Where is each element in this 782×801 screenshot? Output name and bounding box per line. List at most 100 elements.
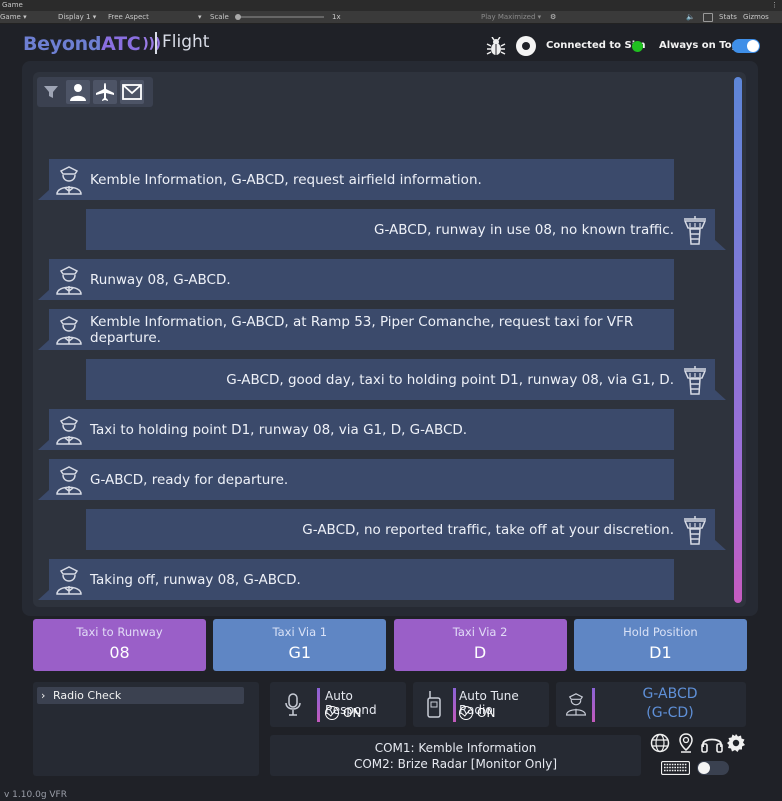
connection-indicator xyxy=(632,41,643,52)
quick-action-value: D1 xyxy=(649,643,672,662)
com1-label: COM1: Kemble Information xyxy=(374,741,537,755)
globe-icon[interactable] xyxy=(650,733,670,753)
logo-atc: ATC xyxy=(101,33,141,55)
chevron-right-icon: › xyxy=(41,689,46,702)
scale-slider-handle[interactable] xyxy=(235,14,241,20)
display-dropdown[interactable]: Display 1 ▾ xyxy=(58,11,96,24)
auto-tune-value: ON xyxy=(459,706,495,720)
com-frequencies: COM1: Kemble Information COM2: Brize Rad… xyxy=(270,735,641,776)
conversation-scrollbar[interactable] xyxy=(734,77,742,603)
atc-message: G-ABCD, good day, taxi to holding point … xyxy=(86,359,726,400)
app-header: Beyond ATC))) Flight Connected to Sim Alw… xyxy=(0,25,782,61)
message-text: G-ABCD, runway in use 08, no known traff… xyxy=(373,221,674,238)
quick-action-button[interactable]: Taxi to Runway 08 xyxy=(33,619,206,671)
pilot-filter-icon[interactable] xyxy=(66,80,90,104)
callsign-primary: G-ABCD xyxy=(642,686,698,702)
keyboard-icon[interactable] xyxy=(661,761,690,775)
mute-audio-icon[interactable]: 🔈 xyxy=(686,11,695,24)
quick-action-title: Taxi Via 2 xyxy=(452,625,508,639)
quick-action-button[interactable]: Taxi Via 2 D xyxy=(393,619,567,671)
atc-message: G-ABCD, runway in use 08, no known traff… xyxy=(86,209,726,250)
stats-toggle-icon[interactable] xyxy=(703,13,713,22)
location-pin-icon[interactable] xyxy=(679,733,693,753)
message-filter-bar xyxy=(37,77,153,107)
message-text: G-ABCD, ready for departure. xyxy=(90,471,289,488)
pilot-icon xyxy=(55,415,83,445)
scale-value: 1x xyxy=(332,13,341,21)
unity-title-bar: Game ⋮ xyxy=(0,0,782,11)
auto-respond-value: ON xyxy=(325,706,361,720)
play-maximized-dropdown[interactable]: Play Maximized ▾ xyxy=(481,11,541,24)
com2-label: COM2: Brize Radar [Monitor Only] xyxy=(353,757,558,771)
stats-button[interactable]: Stats xyxy=(719,11,737,24)
check-icon xyxy=(459,706,473,720)
accent-bar xyxy=(453,688,456,722)
quick-action-value: 08 xyxy=(109,643,130,662)
headphones-icon[interactable] xyxy=(701,733,723,753)
pilot-message: Runway 08, G-ABCD. xyxy=(38,259,674,300)
debug-settings-icon[interactable]: ⚙ xyxy=(550,11,556,24)
disc-icon[interactable] xyxy=(516,36,536,56)
microphone-icon xyxy=(285,693,301,716)
atc-message: G-ABCD, no reported traffic, take off at… xyxy=(86,509,726,550)
keyboard-toggle[interactable] xyxy=(697,761,729,775)
game-dropdown-label: Game xyxy=(0,13,21,21)
accent-bar xyxy=(592,688,595,722)
scale-label: Scale xyxy=(210,13,229,21)
pilot-icon xyxy=(55,265,83,295)
play-maximized-label: Play Maximized xyxy=(481,13,536,21)
version-label: v 1.10.0g VFR xyxy=(4,790,67,800)
pilot-message: Taxi to holding point D1, runway 08, via… xyxy=(38,409,674,450)
quick-action-value: D xyxy=(473,643,487,662)
filter-icon[interactable] xyxy=(39,80,63,104)
always-on-top-toggle[interactable] xyxy=(732,39,760,53)
connection-status: Connected to Sim xyxy=(546,40,646,51)
message-text: Kemble Information, G-ABCD, request airf… xyxy=(90,171,482,188)
settings-gear-icon[interactable] xyxy=(726,733,746,753)
message-text: Runway 08, G-ABCD. xyxy=(90,271,231,288)
auto-tune-toggle[interactable]: Auto Tune Radio ON xyxy=(413,682,549,727)
quick-action-value: G1 xyxy=(288,643,312,662)
message-text: G-ABCD, no reported traffic, take off at… xyxy=(302,521,674,538)
pilot-message: Kemble Information, G-ABCD, request airf… xyxy=(38,159,674,200)
aspect-dropdown[interactable]: Free Aspect xyxy=(108,11,149,24)
auto-respond-toggle[interactable]: Auto Respond ON xyxy=(270,682,406,727)
window-menu-icon[interactable]: ⋮ xyxy=(771,0,778,11)
scale-slider[interactable] xyxy=(235,14,324,20)
accent-bar xyxy=(317,688,320,722)
mail-filter-icon[interactable] xyxy=(120,80,144,104)
aspect-chevron-icon[interactable]: ▾ xyxy=(198,11,202,24)
pilot-icon xyxy=(55,465,83,495)
pilot-icon xyxy=(565,693,587,716)
radio-handset-icon xyxy=(427,691,441,718)
header-divider xyxy=(155,32,157,54)
pilot-message: Kemble Information, G-ABCD, at Ramp 53, … xyxy=(38,309,674,350)
callsign-tile[interactable]: G-ABCD (G-CD) xyxy=(556,682,746,727)
pilot-icon xyxy=(55,315,83,345)
game-dropdown[interactable]: Game ▾ xyxy=(0,11,27,24)
bug-report-icon[interactable] xyxy=(486,37,506,57)
message-text: Taking off, runway 08, G-ABCD. xyxy=(90,571,301,588)
message-text: Taxi to holding point D1, runway 08, via… xyxy=(90,421,468,438)
quick-action-button[interactable]: Taxi Via 1 G1 xyxy=(213,619,387,671)
pilot-icon xyxy=(55,565,83,595)
control-tower-icon xyxy=(681,515,709,545)
display-dropdown-label: Display 1 xyxy=(58,13,91,21)
auto-respond-state: ON xyxy=(343,706,362,720)
pilot-message: Taking off, runway 08, G-ABCD. xyxy=(38,559,674,600)
unity-toolbar: Game ▾ Display 1 ▾ Free Aspect ▾ Scale 1… xyxy=(0,11,782,24)
aspect-dropdown-label: Free Aspect xyxy=(108,13,149,21)
logo-waves-icon: ))) xyxy=(142,36,161,52)
gizmos-button[interactable]: Gizmos xyxy=(743,11,769,24)
quick-action-title: Taxi to Runway xyxy=(76,625,163,639)
quick-action-title: Taxi Via 1 xyxy=(272,625,328,639)
radio-check-label: Radio Check xyxy=(53,689,122,702)
page-title: Flight xyxy=(162,32,210,52)
aircraft-filter-icon[interactable] xyxy=(93,80,117,104)
pilot-icon xyxy=(55,165,83,195)
control-tower-icon xyxy=(681,215,709,245)
auto-tune-state: ON xyxy=(477,706,496,720)
radio-check-button[interactable]: › Radio Check xyxy=(37,687,244,704)
window-title: Game xyxy=(2,1,23,9)
quick-action-button[interactable]: Hold Position D1 xyxy=(573,619,747,671)
